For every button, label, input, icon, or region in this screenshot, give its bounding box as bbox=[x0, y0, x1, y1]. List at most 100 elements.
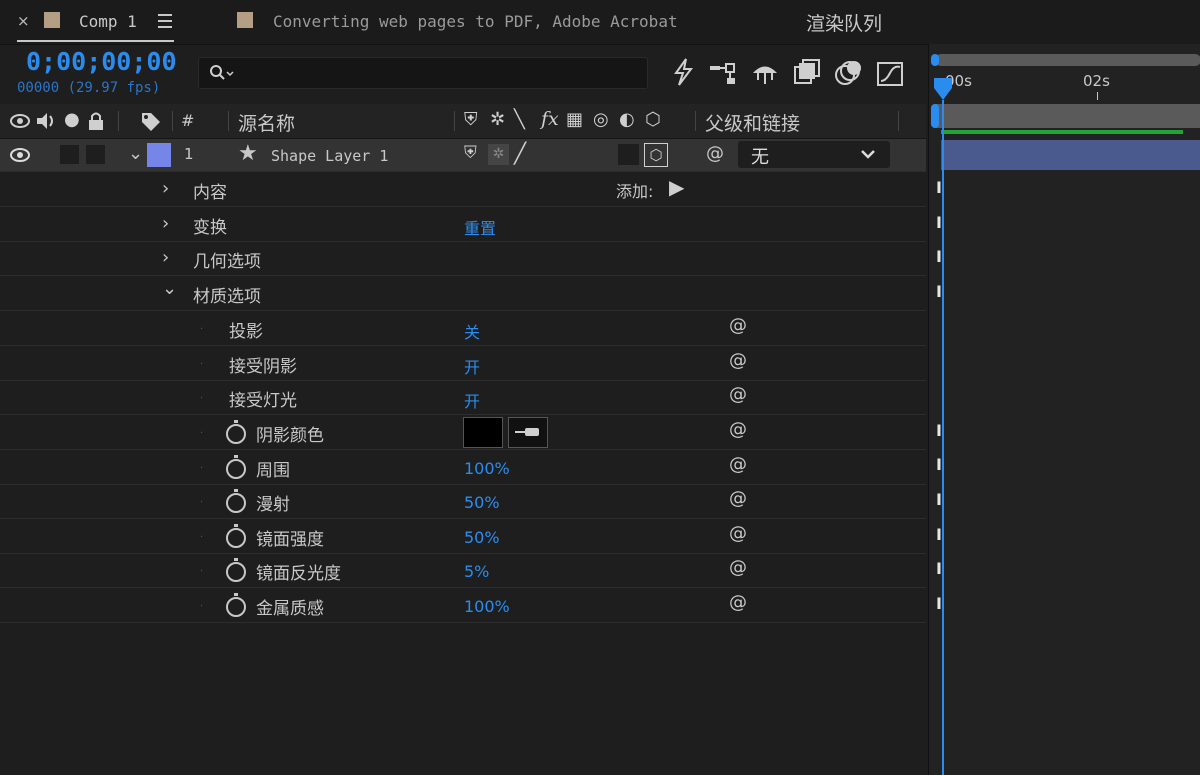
header-separator bbox=[695, 111, 696, 131]
frame-blending-icon[interactable] bbox=[793, 59, 821, 87]
current-time[interactable]: 0;00;00;00 bbox=[26, 47, 177, 76]
work-area-start-handle[interactable] bbox=[931, 104, 939, 128]
playhead-icon[interactable] bbox=[932, 76, 954, 102]
row-bullet: · bbox=[200, 393, 204, 404]
layer-label-color[interactable] bbox=[147, 143, 171, 167]
group-row-contents[interactable]: › 内容 添加: ▶ bbox=[0, 172, 926, 207]
row-bullet: · bbox=[200, 428, 204, 439]
shy-switch-icon[interactable]: ⛨ bbox=[464, 109, 478, 130]
tab-converting-pdf[interactable]: Converting web pages to PDF, Adobe Acrob… bbox=[273, 12, 678, 31]
property-row[interactable]: · 阴影颜色 @ bbox=[0, 415, 926, 450]
property-row[interactable]: · 接受灯光 开 @ bbox=[0, 380, 926, 415]
group-row-geometry[interactable]: › 几何选项 bbox=[0, 241, 926, 276]
layer-visibility-icon[interactable] bbox=[10, 147, 30, 163]
collapse-switch-icon[interactable]: ✲ bbox=[490, 109, 505, 130]
property-value[interactable]: 关 bbox=[464, 319, 480, 343]
effects-switch-icon[interactable]: fx bbox=[541, 108, 559, 130]
audio-icon[interactable] bbox=[35, 112, 57, 130]
property-row[interactable]: · 镜面强度 50% @ bbox=[0, 519, 926, 554]
frame-blend-switch-icon[interactable]: ▦ bbox=[566, 109, 583, 130]
property-row[interactable]: · 接受阴影 开 @ bbox=[0, 346, 926, 381]
property-row[interactable]: · 漫射 50% @ bbox=[0, 484, 926, 519]
adjustment-switch-icon[interactable]: ◐ bbox=[619, 109, 635, 130]
layer-row[interactable]: ⌄ 1 ★ Shape Layer 1 ⛨ ✲ ╱ ⬡ @ 无 bbox=[0, 139, 926, 172]
tab-comp-1[interactable]: Comp 1 bbox=[79, 12, 137, 31]
shadow-color-swatch[interactable] bbox=[463, 417, 503, 448]
reset-link[interactable]: 重置 bbox=[464, 215, 496, 239]
pickwhip-icon[interactable]: @ bbox=[729, 384, 747, 405]
stopwatch-icon[interactable] bbox=[226, 420, 246, 444]
motion-blur-icon[interactable] bbox=[834, 59, 864, 87]
stopwatch-icon[interactable] bbox=[226, 524, 246, 548]
pickwhip-icon[interactable]: @ bbox=[729, 350, 747, 371]
property-value[interactable]: 100% bbox=[464, 597, 510, 616]
shy-layers-icon[interactable] bbox=[750, 60, 780, 86]
layer-adjustment-toggle[interactable] bbox=[618, 144, 639, 165]
property-row[interactable]: · 金属质感 100% @ bbox=[0, 588, 926, 623]
solo-toggle[interactable] bbox=[60, 145, 79, 164]
source-name-header[interactable]: 源名称 bbox=[238, 109, 295, 136]
layer-quality-switch-icon[interactable]: ╱ bbox=[514, 141, 526, 165]
stopwatch-icon[interactable] bbox=[226, 455, 246, 479]
panel-menu-icon[interactable] bbox=[158, 14, 172, 28]
property-row[interactable]: · 周围 100% @ bbox=[0, 450, 926, 485]
label-tag-icon[interactable] bbox=[140, 111, 162, 133]
video-visibility-icon[interactable] bbox=[10, 113, 30, 129]
lock-toggle[interactable] bbox=[86, 145, 105, 164]
work-area-bar[interactable] bbox=[935, 104, 1200, 128]
solo-icon[interactable]: ● bbox=[64, 109, 80, 130]
layer-search[interactable] bbox=[198, 57, 648, 89]
pickwhip-icon[interactable]: @ bbox=[729, 454, 747, 475]
current-time-indicator[interactable] bbox=[942, 100, 944, 775]
parent-pickwhip-icon[interactable]: @ bbox=[706, 143, 724, 164]
chevron-down-icon[interactable]: ⌄ bbox=[128, 143, 143, 164]
close-tab-icon[interactable]: × bbox=[17, 12, 30, 30]
quality-switch-icon[interactable]: ╲ bbox=[514, 109, 525, 130]
group-label: 材质选项 bbox=[193, 287, 261, 307]
pickwhip-icon[interactable]: @ bbox=[729, 419, 747, 440]
layer-number: 1 bbox=[184, 145, 194, 163]
layer-3d-toggle-icon[interactable]: ⬡ bbox=[644, 143, 668, 167]
chevron-right-icon[interactable]: › bbox=[162, 247, 169, 268]
add-play-icon[interactable]: ▶ bbox=[669, 175, 684, 199]
eyedropper-button[interactable] bbox=[508, 417, 548, 448]
chevron-down-icon[interactable]: ⌄ bbox=[162, 278, 177, 299]
property-value[interactable]: 100% bbox=[464, 459, 510, 478]
3d-layer-switch-icon[interactable]: ⬡ bbox=[645, 109, 661, 130]
property-value[interactable]: 50% bbox=[464, 493, 500, 512]
time-navigator[interactable] bbox=[935, 54, 1200, 66]
chevron-right-icon[interactable]: › bbox=[162, 178, 169, 199]
property-value[interactable]: 开 bbox=[464, 354, 480, 378]
motion-blur-switch-icon[interactable]: ◎ bbox=[593, 109, 609, 130]
draft-3d-icon[interactable] bbox=[672, 58, 694, 86]
property-value[interactable]: 50% bbox=[464, 528, 500, 547]
chevron-right-icon[interactable]: › bbox=[162, 213, 169, 234]
layer-name[interactable]: Shape Layer 1 bbox=[271, 147, 388, 165]
flowchart-icon[interactable] bbox=[708, 60, 740, 86]
group-row-material[interactable]: ⌄ 材质选项 bbox=[0, 276, 926, 311]
property-value[interactable]: 开 bbox=[464, 388, 480, 412]
pickwhip-icon[interactable]: @ bbox=[729, 592, 747, 613]
parent-dropdown[interactable]: 无 bbox=[738, 141, 890, 168]
navigator-start-handle[interactable] bbox=[931, 54, 939, 66]
graph-editor-icon[interactable] bbox=[876, 59, 906, 87]
property-row[interactable]: · 投影 关 @ bbox=[0, 311, 926, 346]
pickwhip-icon[interactable]: @ bbox=[729, 523, 747, 544]
layer-duration-bar[interactable] bbox=[941, 140, 1200, 170]
property-row[interactable]: · 镜面反光度 5% @ bbox=[0, 553, 926, 588]
tab-render-queue[interactable]: 渲染队列 bbox=[806, 9, 882, 36]
lock-icon[interactable] bbox=[87, 111, 105, 131]
group-row-transform[interactable]: › 变换 重置 bbox=[0, 207, 926, 242]
pickwhip-icon[interactable]: @ bbox=[729, 488, 747, 509]
stopwatch-icon[interactable] bbox=[226, 558, 246, 582]
timeline-panel[interactable]: 00s 02s I I I I I I I I I I bbox=[928, 44, 1200, 775]
layer-collapse-switch-icon[interactable]: ✲ bbox=[488, 144, 509, 165]
property-value[interactable]: 5% bbox=[464, 562, 489, 581]
stopwatch-icon[interactable] bbox=[226, 489, 246, 513]
pickwhip-icon[interactable]: @ bbox=[729, 557, 747, 578]
pickwhip-icon[interactable]: @ bbox=[729, 315, 747, 336]
search-input[interactable] bbox=[239, 61, 643, 85]
parent-link-header[interactable]: 父级和链接 bbox=[705, 109, 800, 136]
stopwatch-icon[interactable] bbox=[226, 593, 246, 617]
layer-shy-switch-icon[interactable]: ⛨ bbox=[464, 143, 477, 163]
